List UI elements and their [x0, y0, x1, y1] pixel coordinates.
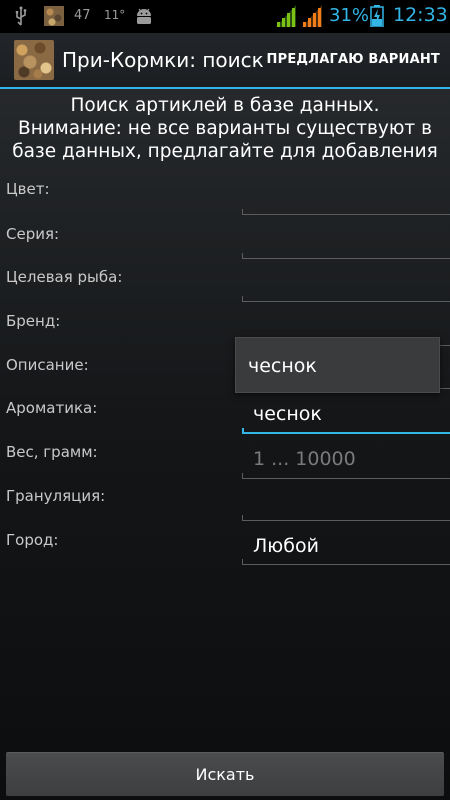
brand-label: Бренд:: [6, 312, 61, 330]
series-label: Серия:: [6, 225, 60, 243]
info-line-2: Внимание: не все варианты существуют в: [18, 118, 432, 139]
weight-label: Вес, грамм:: [6, 443, 98, 461]
status-bar: 47 11° 31% 12:33: [0, 0, 450, 33]
android-icon: [137, 8, 151, 24]
aroma-input[interactable]: чеснок: [253, 403, 322, 425]
signal-icon: [302, 5, 322, 27]
autocomplete-dropdown: чеснок: [235, 337, 440, 393]
target-fish-field[interactable]: [242, 296, 450, 302]
city-select[interactable]: Любой: [253, 535, 319, 557]
temperature-notification: 11°: [104, 8, 126, 22]
clock: 12:33: [393, 4, 448, 26]
city-label: Город:: [6, 531, 59, 549]
signal-icon: [276, 5, 296, 27]
weight-input[interactable]: 1 ... 10000: [253, 448, 356, 470]
city-field-underline[interactable]: [242, 559, 450, 565]
info-message: Поиск артиклей в базе данных. Внимание: …: [0, 94, 450, 163]
battery-icon: [370, 5, 384, 27]
app-title: При-Кормки: поиск: [62, 48, 264, 72]
series-field[interactable]: [242, 253, 450, 259]
color-label: Цвет:: [6, 180, 50, 198]
weight-field-underline[interactable]: [242, 473, 450, 479]
photo-thumbnail-icon: [44, 6, 64, 26]
granulation-label: Грануляция:: [6, 487, 106, 505]
action-bar: При-Кормки: поиск ПРЕДЛАГАЮ ВАРИАНТ: [0, 33, 450, 89]
autocomplete-suggestion[interactable]: чеснок: [248, 355, 317, 377]
color-field[interactable]: [242, 209, 450, 215]
description-label: Описание:: [6, 356, 89, 374]
granulation-field[interactable]: [242, 515, 450, 521]
notification-count: 47: [74, 8, 91, 23]
app-logo-icon[interactable]: [14, 40, 54, 80]
target-fish-label: Целевая рыба:: [6, 268, 123, 286]
info-line-3: базе данных, предлагайте для добавления: [12, 141, 438, 162]
suggest-variant-button[interactable]: ПРЕДЛАГАЮ ВАРИАНТ: [267, 52, 440, 67]
battery-percent: 31%: [329, 5, 370, 26]
aroma-label: Ароматика:: [6, 399, 98, 417]
aroma-field-underline[interactable]: [242, 428, 450, 434]
info-line-1: Поиск артиклей в базе данных.: [70, 95, 380, 116]
search-button[interactable]: Искать: [6, 752, 444, 796]
usb-icon: [15, 6, 27, 26]
